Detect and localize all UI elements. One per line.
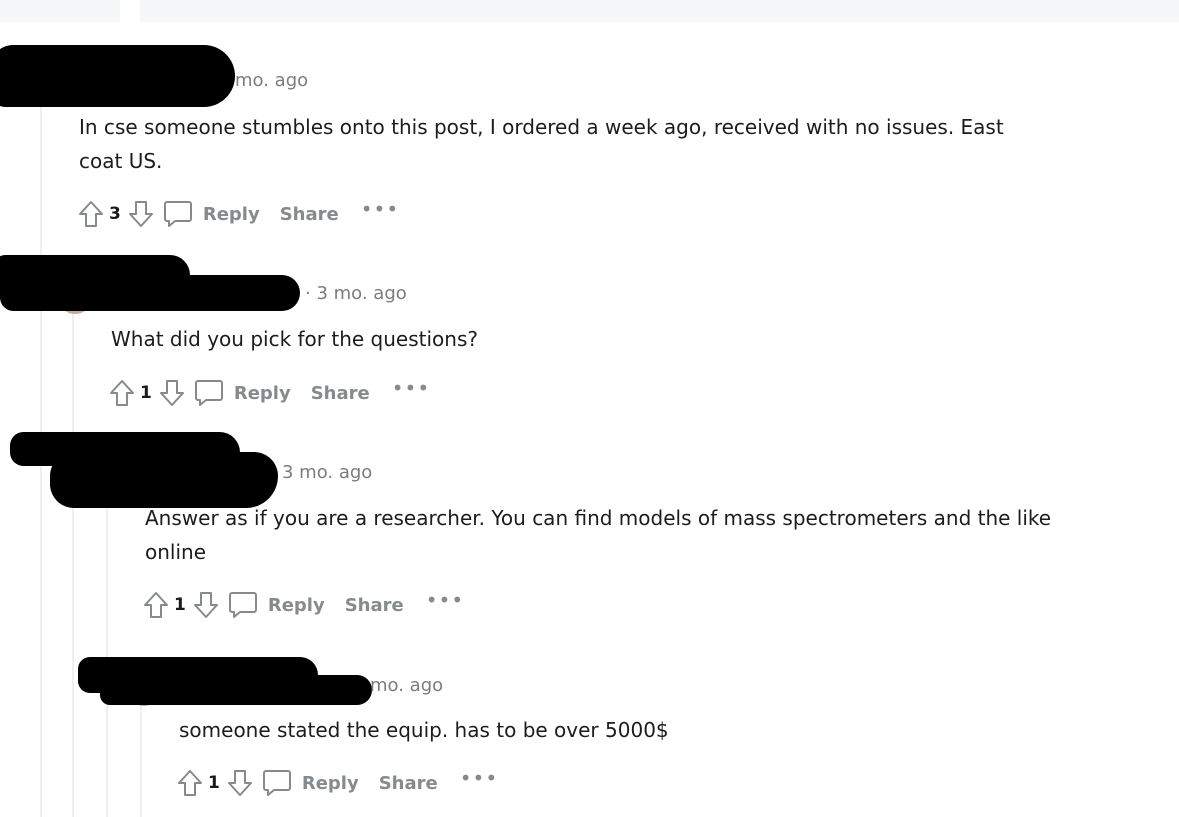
speech-bubble-icon[interactable] [163,199,193,229]
upvote-arrow-icon[interactable] [108,379,136,407]
comment-timestamp: 3 mo. ago [282,462,373,483]
redacted-username [0,45,235,107]
ellipsis-icon[interactable]: ••• [392,378,430,398]
share-button[interactable]: Share [280,204,339,225]
speech-bubble-icon[interactable] [262,768,292,798]
redacted-username [50,452,278,508]
redacted-username [100,675,372,705]
comment-text-line1: someone stated the equip. has to be over… [179,718,669,742]
comment-text-line2-a: coa [79,149,115,173]
vote-count: 1 [140,383,152,403]
ellipsis-icon[interactable]: ••• [426,590,464,610]
comment-text-line1: What did you pick for the questions? [111,327,478,351]
comment-text-line2-b: t US. [114,149,163,173]
comment-actions: 1 Reply Share ••• [108,377,430,409]
comment-timestamp: mo. ago [370,675,444,696]
vote-count: 1 [174,595,186,615]
thread-line-level-0[interactable] [40,45,42,817]
share-button[interactable]: Share [311,383,370,404]
ellipsis-icon[interactable]: ••• [460,768,498,788]
downvote-arrow-icon[interactable] [127,200,155,228]
reply-button[interactable]: Reply [203,204,260,225]
vote-count: 3 [109,204,121,224]
comment-text-line1-b: se someone stumbles onto this post, I or… [114,115,1004,139]
comment-body: Answer as if you are a researcher. You c… [145,501,1155,569]
comment-text-line1: Answer as if you are a researcher. You c… [145,506,1052,530]
top-toolbar-strip [0,0,1179,22]
thread-line-level-3[interactable] [140,705,142,817]
comment-actions: 1 Reply Share ••• [142,589,464,621]
share-button[interactable]: Share [379,773,438,794]
downvote-arrow-icon[interactable] [158,379,186,407]
vote-count: 1 [208,773,220,793]
reply-button[interactable]: Reply [268,595,325,616]
thread-line-level-1[interactable] [72,310,74,817]
comment-actions: 3 Reply Share ••• [77,198,399,230]
share-button[interactable]: Share [345,595,404,616]
comment-thread-page: mo. ago In cse someone stumbles onto thi… [0,0,1179,817]
comment-body: What did you pick for the questions? [111,322,1151,356]
speech-bubble-icon[interactable] [194,378,224,408]
upvote-arrow-icon[interactable] [176,769,204,797]
redacted-username [0,275,300,311]
upvote-arrow-icon[interactable] [142,591,170,619]
ellipsis-icon[interactable]: ••• [361,199,399,219]
comment-text-line2: online [145,540,207,564]
reply-button[interactable]: Reply [302,773,359,794]
reply-button[interactable]: Reply [234,383,291,404]
comment-body: In cse someone stumbles onto this post, … [79,110,1139,178]
speech-bubble-icon[interactable] [228,590,258,620]
comment-text-line1-a: In c [79,115,115,139]
comment-timestamp: · 3 mo. ago [305,283,407,304]
comment-body: someone stated the equip. has to be over… [179,713,1159,747]
upvote-arrow-icon[interactable] [77,200,105,228]
downvote-arrow-icon[interactable] [226,769,254,797]
comment-actions: 1 Reply Share ••• [176,767,498,799]
downvote-arrow-icon[interactable] [192,591,220,619]
comment-timestamp: mo. ago [235,70,309,91]
